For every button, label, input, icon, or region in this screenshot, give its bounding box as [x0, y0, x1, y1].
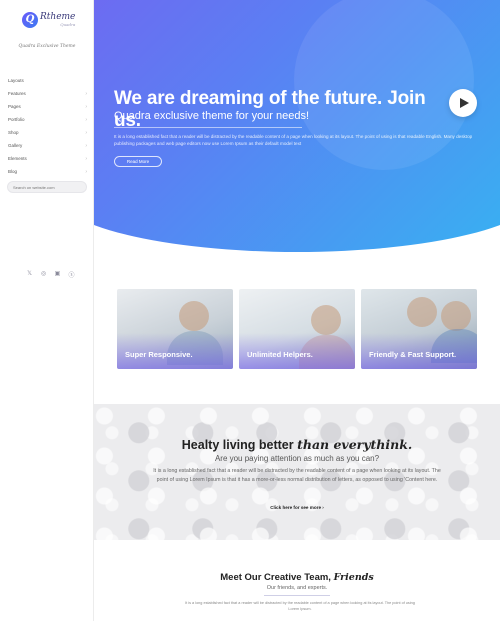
brand-tagline: Quadra Exclusive Theme	[18, 44, 76, 49]
sidebar: Q Rtheme Quadra Quadra Exclusive Theme L…	[0, 0, 94, 621]
sidebar-item-blog[interactable]: Blog ›	[0, 165, 94, 178]
person-figure	[311, 305, 341, 335]
sidebar-item-features[interactable]: Features ›	[0, 87, 94, 100]
healthy-title: Healty living better than everythink.	[94, 437, 500, 452]
feature-cards: Super Responsive. Unlimited Helpers. Fri…	[117, 289, 477, 369]
team-subtitle: Our friends, and experts.	[266, 585, 328, 591]
sidebar-item-layouts[interactable]: Layouts	[0, 74, 94, 87]
search-input[interactable]	[7, 181, 87, 193]
brand-sub: Quadra	[60, 22, 76, 27]
chevron-right-icon: ›	[85, 90, 87, 97]
sidebar-item-elements[interactable]: Elements ›	[0, 152, 94, 165]
play-icon	[459, 98, 469, 108]
team-title-main: Meet Our Creative Team,	[220, 572, 334, 583]
play-video-button[interactable]	[449, 89, 477, 117]
hero-body: It is a long established fact that a rea…	[114, 134, 473, 146]
sidebar-item-gallery[interactable]: Gallery ›	[0, 139, 94, 152]
social-links: 𝕏 ◎ ▣ ⓢ	[26, 270, 75, 279]
healthy-title-main: Healty living better	[181, 438, 298, 452]
chevron-right-icon: ›	[85, 142, 87, 149]
person-figure	[407, 297, 437, 327]
sidebar-item-label: Pages	[8, 104, 21, 109]
team-title-emphasis: Friends	[333, 572, 374, 583]
feature-card-label: Super Responsive.	[125, 350, 193, 359]
chevron-right-icon: ›	[85, 168, 87, 175]
chevron-right-icon: ›	[85, 103, 87, 110]
chevron-right-icon: ›	[85, 116, 87, 123]
healthy-living-section: Healty living better than everythink. Ar…	[94, 404, 500, 540]
sidebar-item-pages[interactable]: Pages ›	[0, 100, 94, 113]
logo-mark-icon: Q	[22, 12, 38, 28]
healthy-body: It is a long established fact that a rea…	[153, 468, 441, 483]
healthy-subtitle: Are you paying attention as much as you …	[214, 454, 380, 463]
logo-text: Rtheme Quadra	[40, 12, 76, 28]
read-more-button[interactable]: Read More	[114, 156, 162, 167]
team-title: Meet Our Creative Team, Friends	[94, 572, 500, 583]
sidebar-item-label: Blog	[8, 169, 18, 174]
sidebar-menu: Layouts Features › Pages › Portfolio › Shop…	[0, 74, 94, 178]
sidebar-item-label: Portfolio	[8, 117, 25, 122]
sidebar-item-label: Layouts	[8, 78, 24, 83]
team-body: It is a long established fact that a rea…	[185, 601, 415, 611]
feature-card-label: Friendly & Fast Support.	[369, 350, 457, 359]
feature-card-responsive[interactable]: Super Responsive.	[117, 289, 233, 369]
skype-icon[interactable]: ⓢ	[68, 270, 75, 279]
see-more-link[interactable]: Click here for see more ›	[94, 505, 500, 510]
brand-name: Rtheme	[40, 12, 76, 22]
instagram-icon[interactable]: ▣	[54, 270, 61, 279]
hero-divider	[114, 127, 302, 128]
sidebar-item-label: Features	[8, 91, 26, 96]
person-figure	[441, 301, 471, 331]
person-figure	[179, 301, 209, 331]
twitter-icon[interactable]: 𝕏	[26, 270, 33, 279]
chevron-right-icon: ›	[85, 129, 87, 136]
sidebar-item-shop[interactable]: Shop ›	[0, 126, 94, 139]
healthy-title-emphasis: than everythink.	[297, 437, 413, 452]
team-divider	[264, 595, 330, 596]
hero-subtitle: Quadra exclusive theme for your needs!	[114, 110, 310, 122]
dribbble-icon[interactable]: ◎	[40, 270, 47, 279]
feature-card-label: Unlimited Helpers.	[247, 350, 313, 359]
feature-card-support[interactable]: Friendly & Fast Support.	[361, 289, 477, 369]
feature-card-helpers[interactable]: Unlimited Helpers.	[239, 289, 355, 369]
sidebar-item-label: Shop	[8, 130, 19, 135]
sidebar-item-label: Elements	[8, 156, 27, 161]
logo[interactable]: Q Rtheme Quadra	[22, 12, 75, 28]
hero-section: We are dreaming of the future. Join us. …	[94, 0, 500, 252]
chevron-right-icon: ›	[85, 155, 87, 162]
sidebar-item-portfolio[interactable]: Portfolio ›	[0, 113, 94, 126]
sidebar-item-label: Gallery	[8, 143, 23, 148]
